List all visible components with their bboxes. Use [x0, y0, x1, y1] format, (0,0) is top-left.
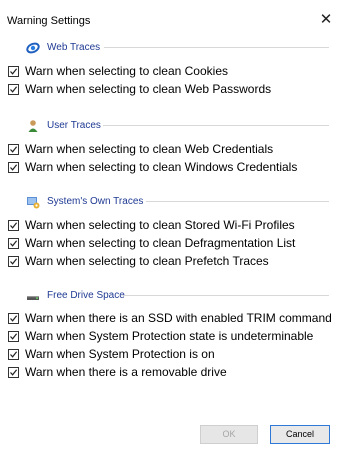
option-row[interactable]: Warn when selecting to clean Web Passwor…	[0, 82, 341, 100]
title-bar: Warning Settings ✕	[0, 0, 341, 28]
option-label: Warn when selecting to clean Defragmenta…	[25, 236, 296, 250]
checkbox[interactable]	[8, 349, 19, 360]
option-row[interactable]: Warn when selecting to clean Web Credent…	[0, 142, 341, 160]
window-title: Warning Settings	[7, 15, 91, 27]
close-button[interactable]: ✕	[311, 9, 341, 31]
globe-icon	[26, 41, 40, 55]
drive-icon	[26, 289, 40, 303]
option-row[interactable]: Warn when selecting to clean Cookies	[0, 64, 341, 82]
checkbox[interactable]	[8, 144, 19, 155]
option-row[interactable]: Warn when System Protection is on	[0, 347, 341, 365]
option-label: Warn when selecting to clean Windows Cre…	[25, 160, 298, 174]
section-header: User Traces	[0, 118, 341, 134]
option-row[interactable]: Warn when there is an SSD with enabled T…	[0, 311, 341, 329]
option-label: Warn when selecting to clean Stored Wi-F…	[25, 218, 295, 232]
option-label: Warn when there is a removable drive	[25, 365, 227, 379]
section-free-drive-space: Free Drive Space Warn when there is an S…	[0, 288, 341, 383]
option-label: Warn when selecting to clean Prefetch Tr…	[25, 254, 269, 268]
option-label: Warn when there is an SSD with enabled T…	[25, 311, 332, 325]
cancel-button[interactable]: Cancel	[270, 425, 330, 444]
checkbox[interactable]	[8, 331, 19, 342]
option-row[interactable]: Warn when selecting to clean Prefetch Tr…	[0, 254, 341, 272]
option-label: Warn when selecting to clean Web Passwor…	[25, 82, 272, 96]
checkbox[interactable]	[8, 84, 19, 95]
user-icon	[26, 119, 40, 133]
checkbox[interactable]	[8, 256, 19, 267]
section-user-traces: User Traces Warn when selecting to clean…	[0, 118, 341, 178]
option-row[interactable]: Warn when selecting to clean Windows Cre…	[0, 160, 341, 178]
option-label: Warn when System Protection is on	[25, 347, 215, 361]
section-web-traces: Web Traces Warn when selecting to clean …	[0, 40, 341, 100]
section-title: User Traces	[47, 120, 101, 131]
checkbox[interactable]	[8, 220, 19, 231]
section-systems-own-traces: System's Own Traces Warn when selecting …	[0, 194, 341, 272]
section-header: Free Drive Space	[0, 288, 341, 304]
checkbox[interactable]	[8, 66, 19, 77]
option-label: Warn when selecting to clean Cookies	[25, 64, 228, 78]
section-divider	[104, 47, 329, 48]
section-divider	[123, 295, 329, 296]
section-title: System's Own Traces	[47, 196, 144, 207]
section-divider	[146, 201, 329, 202]
checkbox[interactable]	[8, 313, 19, 324]
option-row[interactable]: Warn when System Protection state is und…	[0, 329, 341, 347]
checkbox[interactable]	[8, 367, 19, 378]
option-label: Warn when System Protection state is und…	[25, 329, 314, 343]
checkbox[interactable]	[8, 238, 19, 249]
section-header: System's Own Traces	[0, 194, 341, 210]
option-row[interactable]: Warn when selecting to clean Defragmenta…	[0, 236, 341, 254]
system-icon	[26, 195, 40, 209]
checkbox[interactable]	[8, 162, 19, 173]
option-label: Warn when selecting to clean Web Credent…	[25, 142, 274, 156]
section-title: Free Drive Space	[47, 290, 125, 301]
option-row[interactable]: Warn when there is a removable drive	[0, 365, 341, 383]
warning-settings-dialog: Warning Settings ✕ Web Traces Warn when …	[0, 0, 341, 454]
section-divider	[103, 125, 329, 126]
option-row[interactable]: Warn when selecting to clean Stored Wi-F…	[0, 218, 341, 236]
ok-button[interactable]: OK	[200, 425, 258, 444]
section-title: Web Traces	[47, 42, 101, 53]
section-header: Web Traces	[0, 40, 341, 56]
